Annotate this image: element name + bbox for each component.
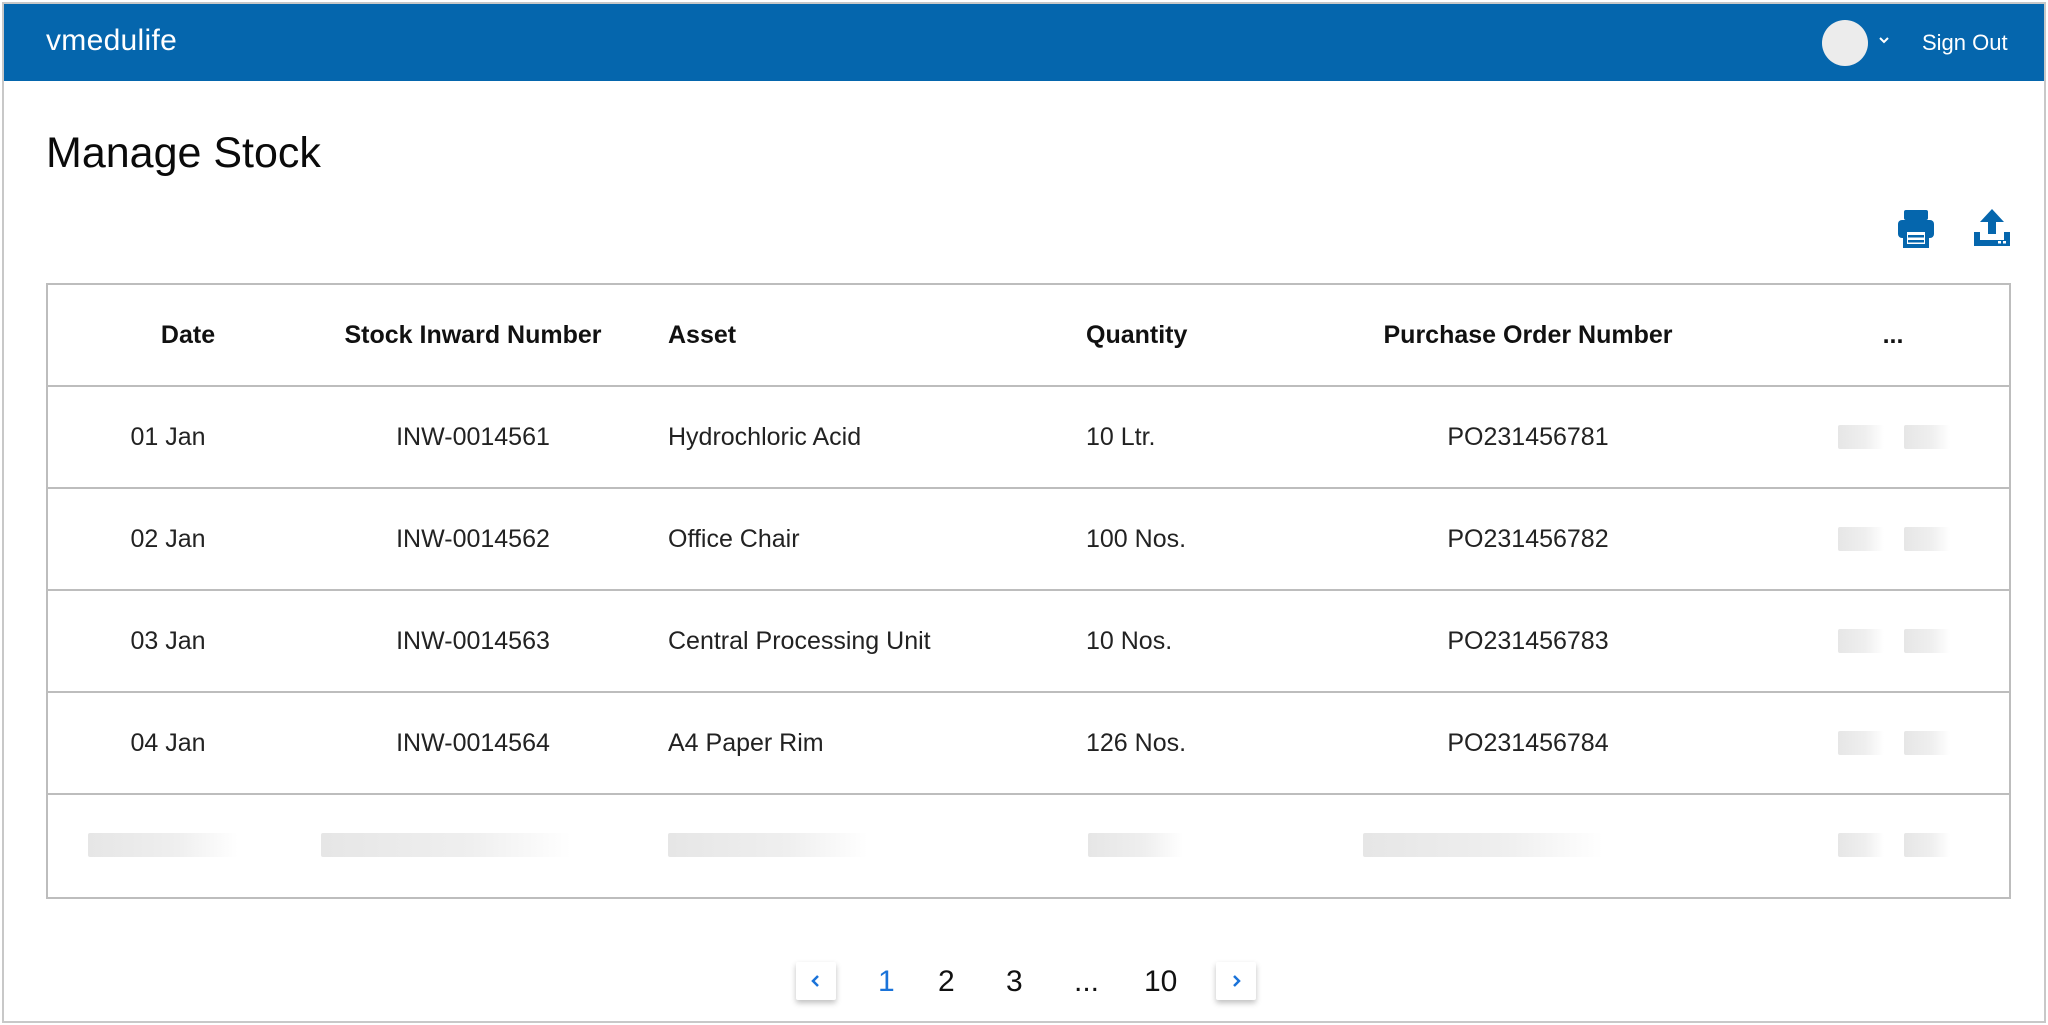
page-2-button[interactable]: 2 <box>938 962 955 1002</box>
action-placeholder <box>1904 425 1950 449</box>
stock-table: Date Stock Inward Number Asset Quantity … <box>46 283 2011 899</box>
sign-out-button[interactable]: Sign Out <box>1922 30 2008 56</box>
cell-po-number: PO231456782 <box>1447 524 1609 553</box>
loading-placeholder <box>1363 833 1603 857</box>
next-page-button[interactable] <box>1216 962 1256 1000</box>
cell-asset: Office Chair <box>668 524 800 553</box>
column-header-asset[interactable]: Asset <box>668 285 1068 385</box>
top-navbar: vmedulife Sign Out <box>4 4 2044 81</box>
loading-placeholder <box>668 833 868 857</box>
cell-inward-number: INW-0014564 <box>396 728 550 757</box>
cell-asset: A4 Paper Rim <box>668 728 824 757</box>
cell-quantity: 10 Ltr. <box>1086 422 1156 451</box>
cell-quantity: 10 Nos. <box>1086 626 1173 655</box>
print-icon[interactable] <box>1894 206 1938 250</box>
loading-placeholder <box>321 833 571 857</box>
page-1-button[interactable]: 1 <box>878 962 895 1002</box>
previous-page-button[interactable] <box>796 962 836 1000</box>
cell-date: 03 Jan <box>130 626 206 655</box>
table-header-row: Date Stock Inward Number Asset Quantity … <box>48 285 2009 387</box>
column-header-inward-number[interactable]: Stock Inward Number <box>288 285 658 385</box>
more-columns-menu[interactable]: ... <box>1848 285 1938 385</box>
page-ellipsis: ... <box>1074 965 1100 998</box>
action-placeholder <box>1838 425 1884 449</box>
loading-placeholder <box>1904 833 1950 857</box>
action-placeholder <box>1838 629 1884 653</box>
column-header-po-number[interactable]: Purchase Order Number <box>1298 285 1758 385</box>
cell-po-number: PO231456783 <box>1447 626 1609 655</box>
action-placeholder <box>1838 731 1884 755</box>
loading-placeholder <box>1838 833 1884 857</box>
action-placeholder <box>1838 527 1884 551</box>
table-row[interactable]: 01 Jan INW-0014561 Hydrochloric Acid 10 … <box>48 387 2009 489</box>
cell-inward-number: INW-0014561 <box>396 422 550 451</box>
cell-quantity: 126 Nos. <box>1086 728 1187 757</box>
pagination: 1 2 3 ... 10 <box>796 962 1256 1002</box>
cell-po-number: PO231456784 <box>1447 728 1609 757</box>
column-header-date[interactable]: Date <box>48 285 288 385</box>
cell-po-number: PO231456781 <box>1447 422 1609 451</box>
table-row[interactable]: 02 Jan INW-0014562 Office Chair 100 Nos.… <box>48 489 2009 591</box>
cell-date: 02 Jan <box>130 524 206 553</box>
cell-date: 04 Jan <box>130 728 206 757</box>
avatar[interactable] <box>1822 20 1868 66</box>
cell-date: 01 Jan <box>130 422 206 451</box>
action-placeholder <box>1904 629 1950 653</box>
brand-logo[interactable]: vmedulife <box>46 24 177 58</box>
loading-placeholder <box>1088 833 1183 857</box>
chevron-down-icon[interactable] <box>1878 34 1890 46</box>
chevron-right-icon <box>1233 975 1241 987</box>
chevron-left-icon <box>811 975 819 987</box>
table-row[interactable]: 04 Jan INW-0014564 A4 Paper Rim 126 Nos.… <box>48 693 2009 795</box>
cell-inward-number: INW-0014562 <box>396 524 550 553</box>
upload-icon[interactable] <box>1970 206 2014 250</box>
column-header-quantity[interactable]: Quantity <box>1086 285 1306 385</box>
cell-quantity: 100 Nos. <box>1086 524 1187 553</box>
page-10-button[interactable]: 10 <box>1144 962 1177 1002</box>
loading-row <box>48 795 2009 897</box>
cell-asset: Hydrochloric Acid <box>668 422 862 451</box>
cell-asset: Central Processing Unit <box>668 626 931 655</box>
page-3-button[interactable]: 3 <box>1006 962 1023 1002</box>
app-window: vmedulife Sign Out Manage Stock Date Sto… <box>2 2 2046 1023</box>
action-placeholder <box>1904 731 1950 755</box>
table-row[interactable]: 03 Jan INW-0014563 Central Processing Un… <box>48 591 2009 693</box>
page-title: Manage Stock <box>46 129 321 177</box>
cell-inward-number: INW-0014563 <box>396 626 550 655</box>
loading-placeholder <box>88 833 238 857</box>
action-placeholder <box>1904 527 1950 551</box>
